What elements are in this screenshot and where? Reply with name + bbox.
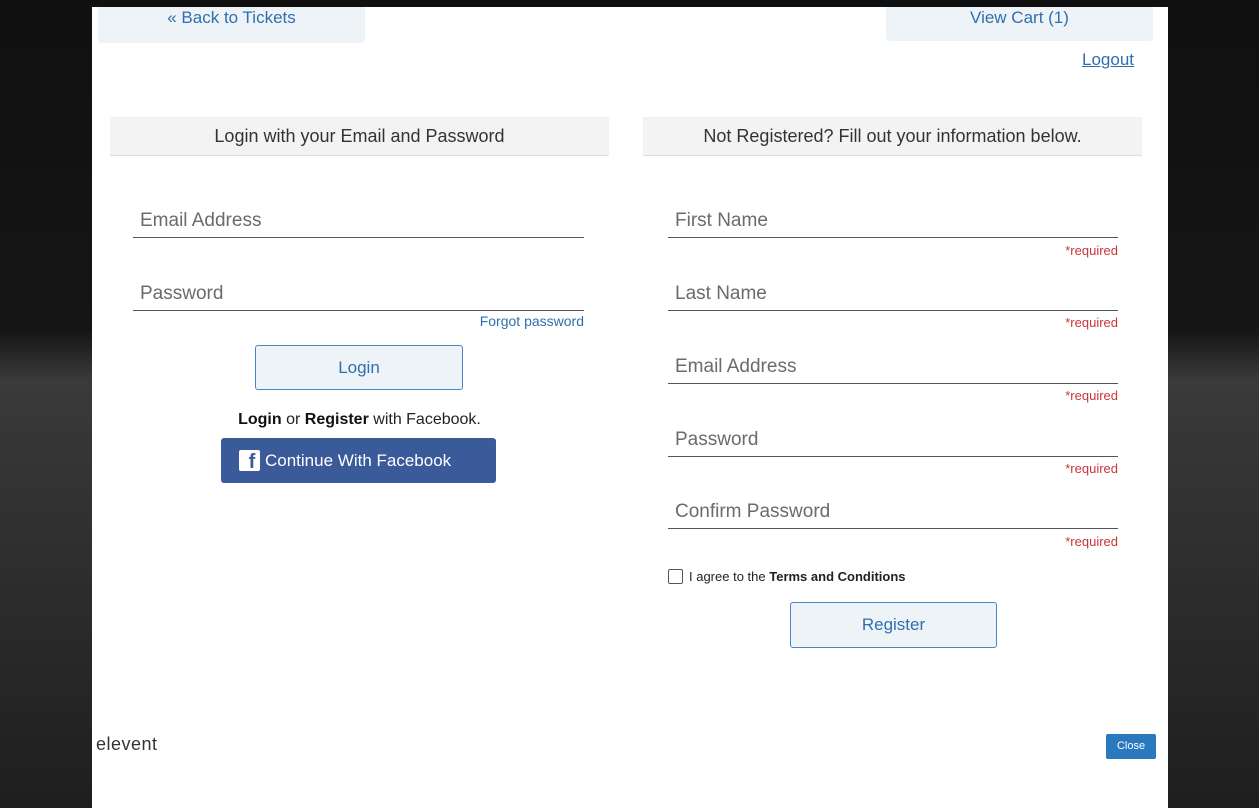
facebook-register-word: Register xyxy=(304,411,369,428)
view-cart-button[interactable]: View Cart (1) xyxy=(886,7,1153,41)
required-note: *required xyxy=(1065,461,1118,476)
forgot-password-link[interactable]: Forgot password xyxy=(472,313,584,329)
elevent-logo: elevent xyxy=(96,734,158,754)
register-email-field[interactable]: Email Address xyxy=(668,352,1118,384)
required-note: *required xyxy=(1065,534,1118,549)
login-email-field[interactable]: Email Address xyxy=(133,206,584,238)
login-modal: « Back to Tickets View Cart (1) Logout L… xyxy=(92,7,1168,808)
close-button[interactable]: Close xyxy=(1106,734,1156,759)
terms-link[interactable]: Terms and Conditions xyxy=(769,569,905,584)
required-note: *required xyxy=(1065,243,1118,258)
facebook-suffix-text: with Facebook. xyxy=(368,411,481,428)
register-section-heading: Not Registered? Fill out your informatio… xyxy=(643,117,1142,156)
login-password-field[interactable]: Password xyxy=(133,279,584,311)
facebook-or-text: or xyxy=(281,411,305,428)
login-button[interactable]: Login xyxy=(255,345,463,390)
back-to-tickets-button[interactable]: « Back to Tickets xyxy=(98,7,365,43)
login-section-heading: Login with your Email and Password xyxy=(110,117,609,156)
required-note: *required xyxy=(1065,315,1118,330)
terms-prefix: I agree to the xyxy=(689,569,770,584)
last-name-field[interactable]: Last Name xyxy=(668,279,1118,311)
register-password-field[interactable]: Password xyxy=(668,425,1118,457)
facebook-login-word: Login xyxy=(238,411,282,428)
facebook-prompt: Login or Register with Facebook. xyxy=(212,411,507,429)
required-note: *required xyxy=(1065,388,1118,403)
register-button[interactable]: Register xyxy=(790,602,997,648)
confirm-password-field[interactable]: Confirm Password xyxy=(668,497,1118,529)
facebook-button-label: Continue With Facebook xyxy=(265,451,452,470)
facebook-icon: f xyxy=(239,450,260,473)
continue-with-facebook-button[interactable]: f Continue With Facebook xyxy=(221,438,496,483)
terms-row: I agree to the Terms and Conditions xyxy=(668,569,906,584)
first-name-field[interactable]: First Name xyxy=(668,206,1118,238)
terms-checkbox[interactable] xyxy=(668,569,683,584)
logout-link[interactable]: Logout xyxy=(1082,50,1134,70)
